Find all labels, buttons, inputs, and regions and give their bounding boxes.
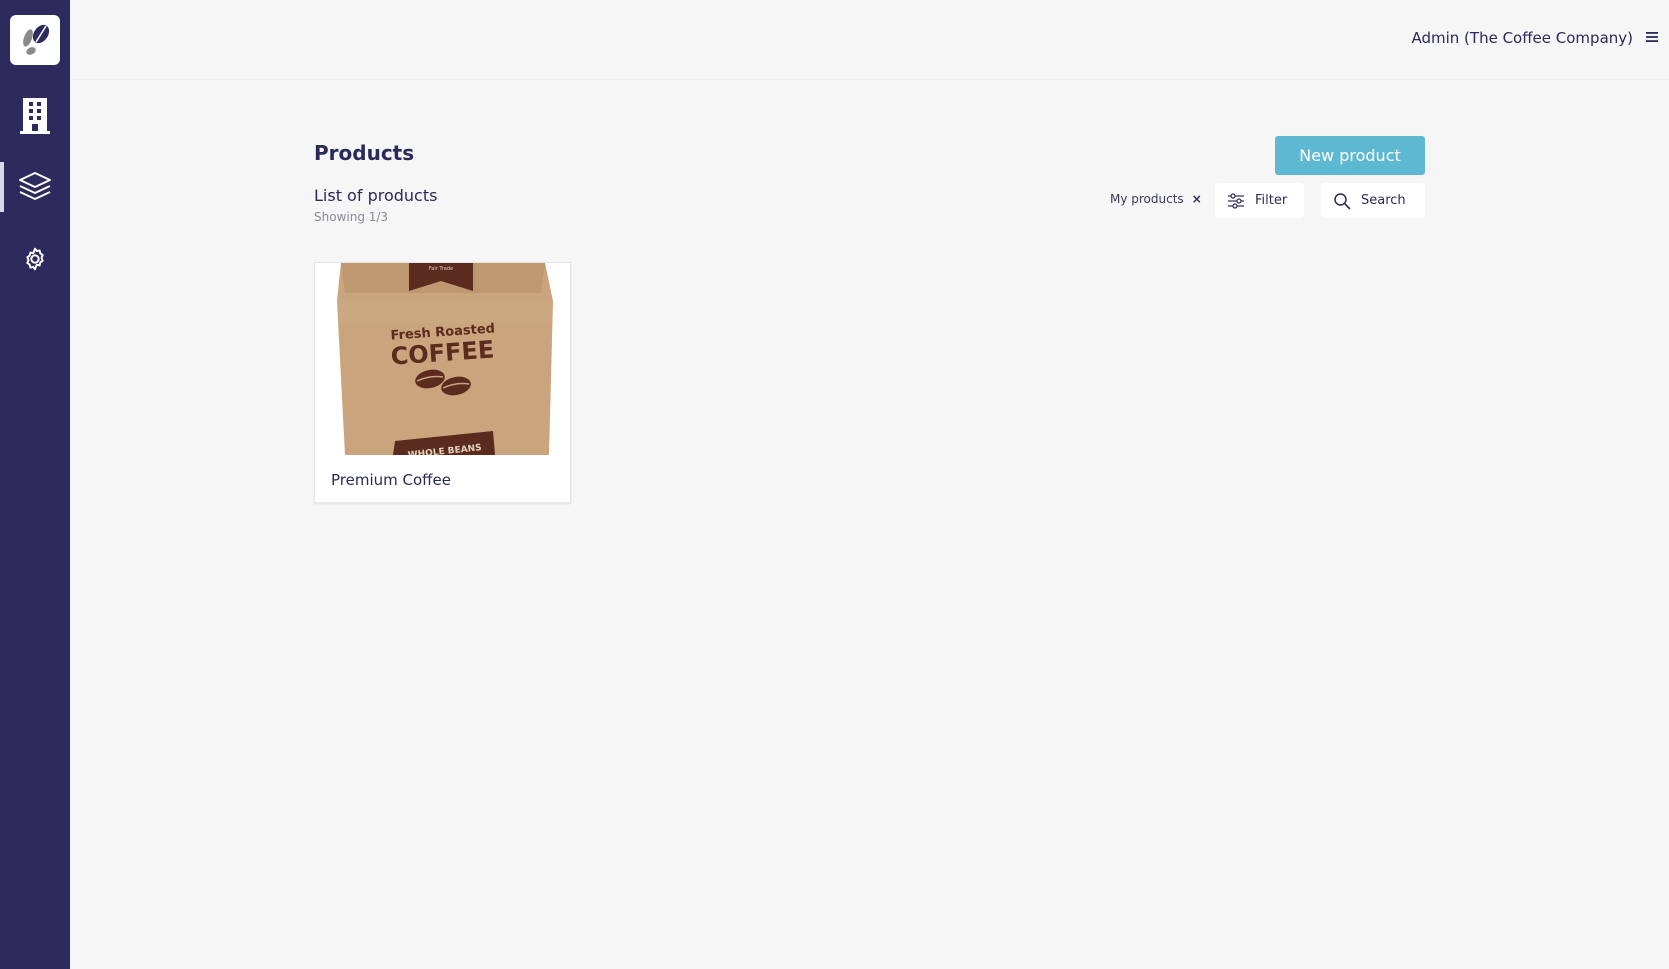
user-account-name[interactable]: Admin (The Coffee Company) [1411,29,1633,47]
list-title: List of products [314,186,438,205]
search-button[interactable]: Search [1321,183,1425,218]
sidebar [0,0,70,969]
product-image: Fair Trade Fresh Roasted COFFEE 100% PRE… [323,263,563,455]
filter-button[interactable]: Filter [1215,183,1304,218]
sliders-icon [1228,192,1244,209]
svg-text:Fair Trade: Fair Trade [429,266,453,272]
layers-icon [19,172,51,200]
results-count: Showing 1/3 [314,210,389,224]
product-card[interactable]: Fair Trade Fresh Roasted COFFEE 100% PRE… [314,262,571,503]
sidebar-item-companies[interactable] [0,90,70,140]
filter-label: Filter [1255,193,1288,208]
remove-filter-icon[interactable]: × [1192,192,1202,206]
active-filter-chip: My products × [1110,192,1202,206]
hamburger-menu-icon[interactable] [1645,30,1659,44]
gear-icon [26,247,44,271]
sidebar-item-settings[interactable] [0,234,70,284]
sidebar-item-products[interactable] [0,162,70,212]
building-icon [20,98,50,134]
search-icon [1334,192,1351,209]
product-name: Premium Coffee [331,471,451,489]
app-logo[interactable] [10,15,60,65]
search-label: Search [1361,193,1406,208]
coffee-beans-logo-icon [23,24,50,55]
top-bar: Admin (The Coffee Company) [70,0,1669,80]
filter-chip-label: My products [1110,192,1184,206]
page-title: Products [314,141,415,165]
new-product-button[interactable]: New product [1275,136,1425,175]
